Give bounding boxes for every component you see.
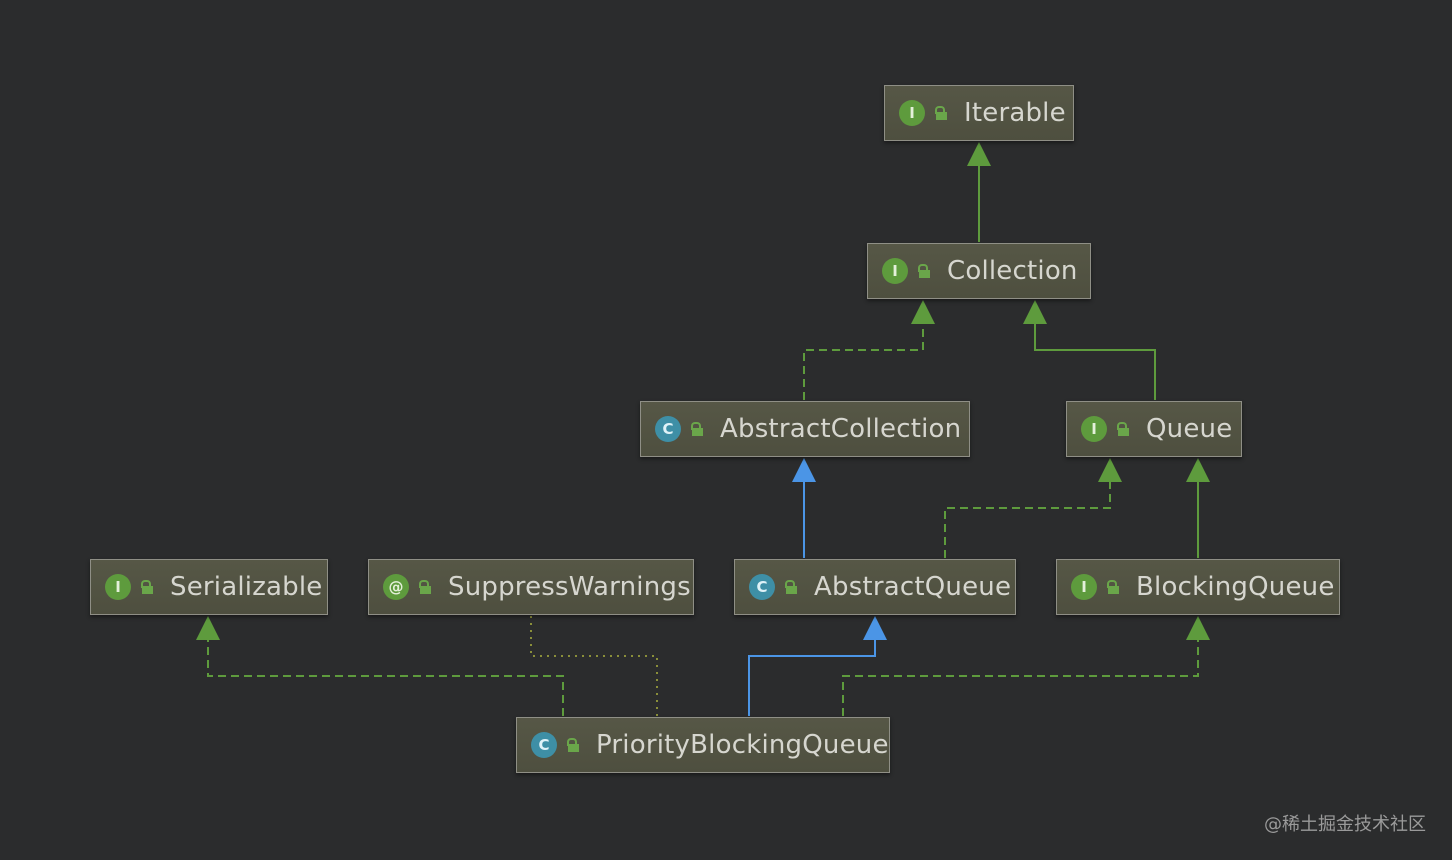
node-serializable[interactable]: I Serializable (90, 559, 328, 615)
node-abstract-queue[interactable]: C AbstractQueue (734, 559, 1016, 615)
node-iterable[interactable]: I Iterable (884, 85, 1074, 141)
public-lock-icon (784, 580, 797, 594)
edge-priority-blocking-queue-implements-serializable (196, 616, 564, 716)
node-collection[interactable]: I Collection (867, 243, 1091, 299)
abstract-class-icon: C (655, 416, 681, 442)
public-lock-icon (1116, 422, 1129, 436)
edge-abstract-queue-implements-queue (944, 458, 1122, 558)
node-priority-blocking-queue[interactable]: C PriorityBlockingQueue (516, 717, 890, 773)
interface-icon: I (899, 100, 925, 126)
interface-icon: I (105, 574, 131, 600)
node-blocking-queue[interactable]: I BlockingQueue (1056, 559, 1340, 615)
edge-blocking-queue-extends-queue (1186, 458, 1210, 558)
node-label: Collection (947, 256, 1078, 286)
node-label: PriorityBlockingQueue (596, 730, 889, 760)
node-queue[interactable]: I Queue (1066, 401, 1242, 457)
public-lock-icon (418, 580, 431, 594)
node-label: AbstractQueue (814, 572, 1012, 602)
interface-icon: I (1071, 574, 1097, 600)
public-lock-icon (690, 422, 703, 436)
public-lock-icon (917, 264, 930, 278)
edge-priority-blocking-queue-extends-abstract-queue (748, 616, 887, 716)
edge-priority-blocking-queue-annotated-suppress-warnings (530, 616, 658, 716)
node-label: Serializable (170, 572, 323, 602)
abstract-class-icon: C (749, 574, 775, 600)
node-label: SuppressWarnings (448, 572, 691, 602)
interface-icon: I (1081, 416, 1107, 442)
node-label: AbstractCollection (720, 414, 962, 444)
node-label: Iterable (964, 98, 1066, 128)
edge-queue-extends-collection (1023, 300, 1156, 400)
interface-icon: I (882, 258, 908, 284)
node-label: Queue (1146, 414, 1233, 444)
edge-priority-blocking-queue-implements-blocking-queue (842, 616, 1210, 716)
node-label: BlockingQueue (1136, 572, 1335, 602)
edge-collection-extends-iterable (967, 142, 991, 242)
public-lock-icon (934, 106, 947, 120)
node-suppress-warnings[interactable]: @ SuppressWarnings (368, 559, 694, 615)
public-lock-icon (1106, 580, 1119, 594)
class-icon: C (531, 732, 557, 758)
public-lock-icon (566, 738, 579, 752)
annotation-icon: @ (383, 574, 409, 600)
edge-abstract-queue-extends-abstract-collection (792, 458, 816, 558)
public-lock-icon (140, 580, 153, 594)
edge-abstract-collection-implements-collection (803, 300, 935, 400)
uml-diagram-canvas: I Iterable I Collection C AbstractCollec… (0, 0, 1452, 860)
node-abstract-collection[interactable]: C AbstractCollection (640, 401, 970, 457)
watermark: @稀土掘金技术社区 (1264, 814, 1426, 835)
